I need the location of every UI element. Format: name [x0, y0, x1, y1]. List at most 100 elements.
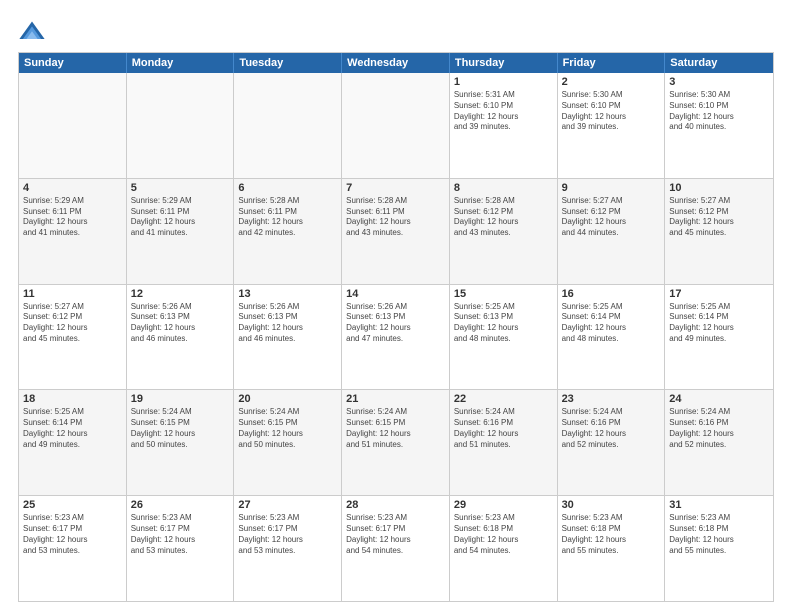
calendar-row: 11 Sunrise: 5:27 AM Sunset: 6:12 PM Dayli…: [19, 284, 773, 390]
calendar-cell: 27 Sunrise: 5:23 AM Sunset: 6:17 PM Dayli…: [234, 496, 342, 601]
cell-info: Sunrise: 5:23 AM Sunset: 6:18 PM Dayligh…: [562, 513, 661, 556]
calendar-cell: 5 Sunrise: 5:29 AM Sunset: 6:11 PM Daylig…: [127, 179, 235, 284]
cell-info: Sunrise: 5:31 AM Sunset: 6:10 PM Dayligh…: [454, 90, 553, 133]
day-number: 20: [238, 393, 337, 405]
day-number: 31: [669, 499, 769, 511]
calendar-cell: 20 Sunrise: 5:24 AM Sunset: 6:15 PM Dayli…: [234, 390, 342, 495]
cell-info: Sunrise: 5:29 AM Sunset: 6:11 PM Dayligh…: [131, 196, 230, 239]
cal-header-day: Friday: [558, 53, 666, 73]
calendar-cell: 24 Sunrise: 5:24 AM Sunset: 6:16 PM Dayli…: [665, 390, 773, 495]
cell-info: Sunrise: 5:29 AM Sunset: 6:11 PM Dayligh…: [23, 196, 122, 239]
cell-info: Sunrise: 5:23 AM Sunset: 6:18 PM Dayligh…: [669, 513, 769, 556]
day-number: 15: [454, 288, 553, 300]
day-number: 23: [562, 393, 661, 405]
day-number: 18: [23, 393, 122, 405]
cell-info: Sunrise: 5:28 AM Sunset: 6:11 PM Dayligh…: [346, 196, 445, 239]
cal-header-day: Thursday: [450, 53, 558, 73]
calendar-row: 4 Sunrise: 5:29 AM Sunset: 6:11 PM Daylig…: [19, 178, 773, 284]
cell-info: Sunrise: 5:28 AM Sunset: 6:11 PM Dayligh…: [238, 196, 337, 239]
cell-info: Sunrise: 5:24 AM Sunset: 6:16 PM Dayligh…: [669, 407, 769, 450]
cell-info: Sunrise: 5:26 AM Sunset: 6:13 PM Dayligh…: [238, 302, 337, 345]
calendar-cell: 9 Sunrise: 5:27 AM Sunset: 6:12 PM Daylig…: [558, 179, 666, 284]
calendar-cell: 18 Sunrise: 5:25 AM Sunset: 6:14 PM Dayli…: [19, 390, 127, 495]
day-number: 12: [131, 288, 230, 300]
cell-info: Sunrise: 5:27 AM Sunset: 6:12 PM Dayligh…: [23, 302, 122, 345]
cal-header-day: Saturday: [665, 53, 773, 73]
day-number: 10: [669, 182, 769, 194]
calendar-cell: 28Sunrise: 5:23 AM Sunset: 6:17 PM Dayli…: [342, 496, 450, 601]
logo: [18, 18, 50, 46]
calendar-cell: [234, 73, 342, 178]
calendar-row: 18 Sunrise: 5:25 AM Sunset: 6:14 PM Dayli…: [19, 389, 773, 495]
day-number: 26: [131, 499, 230, 511]
calendar-header: SundayMondayTuesdayWednesdayThursdayFrid…: [19, 53, 773, 73]
cell-info: Sunrise: 5:24 AM Sunset: 6:15 PM Dayligh…: [238, 407, 337, 450]
calendar-row: 1Sunrise: 5:31 AM Sunset: 6:10 PM Daylig…: [19, 73, 773, 178]
cell-info: Sunrise: 5:23 AM Sunset: 6:17 PM Dayligh…: [131, 513, 230, 556]
day-number: 19: [131, 393, 230, 405]
day-number: 3: [669, 76, 769, 88]
cell-info: Sunrise: 5:28 AM Sunset: 6:12 PM Dayligh…: [454, 196, 553, 239]
day-number: 11: [23, 288, 122, 300]
cell-info: Sunrise: 5:24 AM Sunset: 6:16 PM Dayligh…: [454, 407, 553, 450]
calendar-cell: 4 Sunrise: 5:29 AM Sunset: 6:11 PM Daylig…: [19, 179, 127, 284]
cal-header-day: Sunday: [19, 53, 127, 73]
day-number: 25: [23, 499, 122, 511]
calendar-cell: 2Sunrise: 5:30 AM Sunset: 6:10 PM Daylig…: [558, 73, 666, 178]
cell-info: Sunrise: 5:26 AM Sunset: 6:13 PM Dayligh…: [346, 302, 445, 345]
calendar-cell: 17 Sunrise: 5:25 AM Sunset: 6:14 PM Dayli…: [665, 285, 773, 390]
day-number: 24: [669, 393, 769, 405]
calendar-cell: [127, 73, 235, 178]
cell-info: Sunrise: 5:27 AM Sunset: 6:12 PM Dayligh…: [669, 196, 769, 239]
calendar-cell: 22 Sunrise: 5:24 AM Sunset: 6:16 PM Dayli…: [450, 390, 558, 495]
cal-header-day: Wednesday: [342, 53, 450, 73]
calendar: SundayMondayTuesdayWednesdayThursdayFrid…: [18, 52, 774, 602]
calendar-cell: [342, 73, 450, 178]
day-number: 17: [669, 288, 769, 300]
calendar-cell: 11 Sunrise: 5:27 AM Sunset: 6:12 PM Dayli…: [19, 285, 127, 390]
day-number: 16: [562, 288, 661, 300]
calendar-body: 1Sunrise: 5:31 AM Sunset: 6:10 PM Daylig…: [19, 73, 773, 601]
calendar-cell: 16Sunrise: 5:25 AM Sunset: 6:14 PM Dayli…: [558, 285, 666, 390]
calendar-cell: 30Sunrise: 5:23 AM Sunset: 6:18 PM Dayli…: [558, 496, 666, 601]
calendar-cell: [19, 73, 127, 178]
calendar-cell: 10 Sunrise: 5:27 AM Sunset: 6:12 PM Dayli…: [665, 179, 773, 284]
cell-info: Sunrise: 5:25 AM Sunset: 6:13 PM Dayligh…: [454, 302, 553, 345]
day-number: 5: [131, 182, 230, 194]
day-number: 4: [23, 182, 122, 194]
cell-info: Sunrise: 5:24 AM Sunset: 6:16 PM Dayligh…: [562, 407, 661, 450]
cell-info: Sunrise: 5:25 AM Sunset: 6:14 PM Dayligh…: [23, 407, 122, 450]
calendar-cell: 19 Sunrise: 5:24 AM Sunset: 6:15 PM Dayli…: [127, 390, 235, 495]
cell-info: Sunrise: 5:26 AM Sunset: 6:13 PM Dayligh…: [131, 302, 230, 345]
calendar-cell: 1Sunrise: 5:31 AM Sunset: 6:10 PM Daylig…: [450, 73, 558, 178]
cell-info: Sunrise: 5:25 AM Sunset: 6:14 PM Dayligh…: [669, 302, 769, 345]
day-number: 7: [346, 182, 445, 194]
day-number: 9: [562, 182, 661, 194]
calendar-cell: 25Sunrise: 5:23 AM Sunset: 6:17 PM Dayli…: [19, 496, 127, 601]
cell-info: Sunrise: 5:24 AM Sunset: 6:15 PM Dayligh…: [346, 407, 445, 450]
day-number: 27: [238, 499, 337, 511]
calendar-cell: 15 Sunrise: 5:25 AM Sunset: 6:13 PM Dayli…: [450, 285, 558, 390]
day-number: 22: [454, 393, 553, 405]
logo-icon: [18, 18, 46, 46]
calendar-cell: 3 Sunrise: 5:30 AM Sunset: 6:10 PM Daylig…: [665, 73, 773, 178]
calendar-cell: 13 Sunrise: 5:26 AM Sunset: 6:13 PM Dayli…: [234, 285, 342, 390]
calendar-cell: 8Sunrise: 5:28 AM Sunset: 6:12 PM Daylig…: [450, 179, 558, 284]
cell-info: Sunrise: 5:24 AM Sunset: 6:15 PM Dayligh…: [131, 407, 230, 450]
header: [18, 18, 774, 46]
calendar-cell: 29Sunrise: 5:23 AM Sunset: 6:18 PM Dayli…: [450, 496, 558, 601]
cell-info: Sunrise: 5:23 AM Sunset: 6:18 PM Dayligh…: [454, 513, 553, 556]
calendar-cell: 6 Sunrise: 5:28 AM Sunset: 6:11 PM Daylig…: [234, 179, 342, 284]
cell-info: Sunrise: 5:23 AM Sunset: 6:17 PM Dayligh…: [238, 513, 337, 556]
day-number: 13: [238, 288, 337, 300]
cell-info: Sunrise: 5:27 AM Sunset: 6:12 PM Dayligh…: [562, 196, 661, 239]
cal-header-day: Tuesday: [234, 53, 342, 73]
calendar-cell: 23 Sunrise: 5:24 AM Sunset: 6:16 PM Dayli…: [558, 390, 666, 495]
day-number: 6: [238, 182, 337, 194]
calendar-cell: 26 Sunrise: 5:23 AM Sunset: 6:17 PM Dayli…: [127, 496, 235, 601]
cal-header-day: Monday: [127, 53, 235, 73]
calendar-cell: 12 Sunrise: 5:26 AM Sunset: 6:13 PM Dayli…: [127, 285, 235, 390]
calendar-cell: 31 Sunrise: 5:23 AM Sunset: 6:18 PM Dayli…: [665, 496, 773, 601]
calendar-cell: 21Sunrise: 5:24 AM Sunset: 6:15 PM Dayli…: [342, 390, 450, 495]
cell-info: Sunrise: 5:30 AM Sunset: 6:10 PM Dayligh…: [669, 90, 769, 133]
